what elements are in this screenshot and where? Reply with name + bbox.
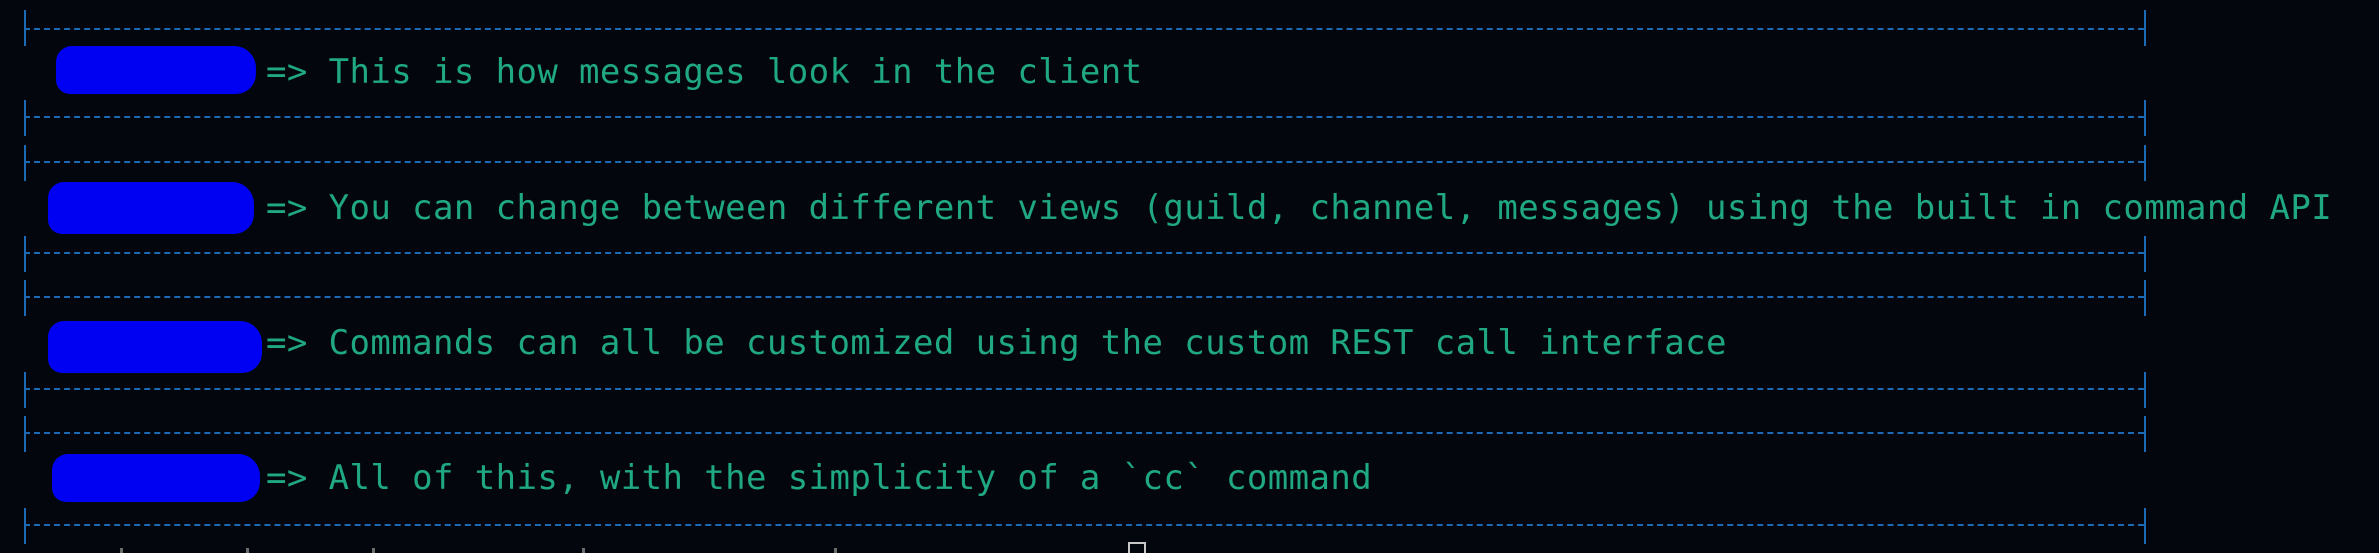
redacted-username (52, 454, 260, 502)
message-row: => This is how messages look in the clie… (0, 42, 2379, 102)
border-right (2144, 280, 2146, 316)
terminal-window[interactable]: => This is how messages look in the clie… (0, 0, 2379, 553)
message-text: => All of this, with the simplicity of a… (266, 458, 1373, 498)
border-bottom (24, 252, 2144, 254)
message-text: => You can change between different view… (266, 188, 2333, 228)
border-right (2144, 145, 2146, 181)
border-bottom (24, 388, 2144, 390)
partial-glyph (246, 548, 249, 553)
text-cursor[interactable] (1128, 542, 1146, 553)
border-left (24, 236, 26, 272)
border-right (2144, 236, 2146, 272)
border-right (2144, 508, 2146, 544)
border-bottom (24, 116, 2144, 118)
border-left (24, 372, 26, 408)
message-row: => You can change between different view… (0, 178, 2379, 238)
border-left (24, 416, 26, 452)
message-text: => Commands can all be customized using … (266, 323, 1727, 363)
border-top (24, 28, 2144, 30)
border-left (24, 100, 26, 136)
border-bottom (24, 524, 2144, 526)
border-left (24, 508, 26, 544)
border-left (24, 280, 26, 316)
partial-glyph (834, 548, 837, 553)
border-top (24, 161, 2144, 163)
redacted-username (56, 46, 256, 94)
partial-glyph (582, 548, 585, 553)
redacted-username (48, 321, 262, 373)
border-top (24, 432, 2144, 434)
border-right (2144, 416, 2146, 452)
redacted-username (48, 182, 254, 234)
border-right (2144, 10, 2146, 46)
border-left (24, 145, 26, 181)
partial-glyph (120, 548, 123, 553)
partial-glyph (372, 548, 375, 553)
border-right (2144, 100, 2146, 136)
message-text: => This is how messages look in the clie… (266, 52, 1143, 92)
border-top (24, 296, 2144, 298)
message-row: => All of this, with the simplicity of a… (0, 448, 2379, 508)
message-row: => Commands can all be customized using … (0, 313, 2379, 373)
border-right (2144, 372, 2146, 408)
